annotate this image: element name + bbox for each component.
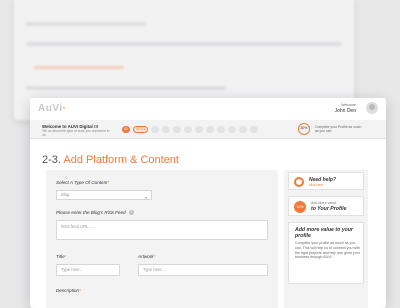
step-11[interactable] — [239, 125, 248, 133]
profile-percent-badge: 10% — [294, 201, 306, 213]
step-6[interactable] — [184, 125, 193, 133]
chevron-down-icon: ▾ — [144, 195, 147, 200]
step-4[interactable] — [162, 125, 171, 133]
content-type-label: Select A Type Of Content* — [56, 180, 110, 185]
content-type-select[interactable]: Blog ▾ — [56, 190, 152, 200]
profile-value-sub: Add More value — [311, 201, 337, 205]
description-label: Description* — [56, 288, 81, 293]
step-7[interactable] — [195, 125, 204, 133]
help-sidebar: Need help? click here 10% Add More value… — [284, 170, 368, 308]
rss-label: Please enter the Blog's RSS Feed i — [56, 210, 134, 216]
step-number: 2-3. — [42, 154, 61, 166]
background-bar — [26, 86, 226, 90]
add-value-title: Add more value to your profile — [295, 227, 353, 239]
title-label: Title* — [56, 254, 67, 259]
welcome-label: Welcome — [341, 103, 356, 107]
step-bar: Welcome to AUVI Digital !!! Tell us abou… — [30, 120, 386, 139]
lifebuoy-icon — [294, 177, 304, 187]
step-5[interactable] — [173, 125, 182, 133]
step-9[interactable] — [217, 125, 226, 133]
page-title-text: Add Platform & Content — [63, 154, 179, 166]
profile-progress-ring: 30% — [298, 123, 310, 135]
artwork-input[interactable]: Type here... — [138, 264, 268, 276]
rss-feed-input[interactable]: RSS feed URL...... — [56, 220, 268, 240]
page-title: 2-3. Add Platform & Content — [42, 154, 179, 166]
background-bar — [26, 42, 342, 46]
info-icon[interactable]: i — [128, 210, 134, 216]
background-bar — [26, 22, 146, 26]
background-accent — [34, 66, 124, 69]
step-2[interactable]: 02-03 — [133, 125, 149, 133]
header: AuVi· Welcome John Deo — [30, 98, 386, 121]
step-10[interactable] — [228, 125, 237, 133]
step-12[interactable] — [250, 125, 259, 133]
avatar[interactable] — [366, 102, 378, 114]
steps: 01 02-03 — [122, 125, 259, 133]
add-value-box: Add more value to your profile Complete … — [288, 222, 364, 284]
logo[interactable]: AuVi· — [38, 103, 66, 114]
title-input[interactable]: Type here... — [56, 264, 120, 276]
profile-value-title: to Your Profile — [311, 206, 347, 212]
step-1[interactable]: 01 — [122, 125, 130, 133]
add-value-body: Complete your profile as much as you can… — [295, 241, 360, 260]
need-help-box[interactable]: Need help? click here — [288, 172, 364, 190]
step-3[interactable] — [151, 125, 160, 133]
help-link[interactable]: click here — [309, 183, 323, 187]
user-name[interactable]: John Deo — [335, 108, 356, 114]
artwork-label: Artwork* — [138, 254, 156, 259]
profile-value-box[interactable]: 10% Add More value to Your Profile — [288, 196, 364, 216]
app-window: AuVi· Welcome John Deo Welcome to AUVI D… — [30, 98, 386, 308]
profile-progress-text: Complete your Profile as much as you can — [315, 125, 362, 133]
step-8[interactable] — [206, 125, 215, 133]
content-form: Select A Type Of Content* Blog ▾ Please … — [46, 170, 278, 308]
welcome-subtitle: Tell us about the type of work you repre… — [42, 129, 110, 137]
